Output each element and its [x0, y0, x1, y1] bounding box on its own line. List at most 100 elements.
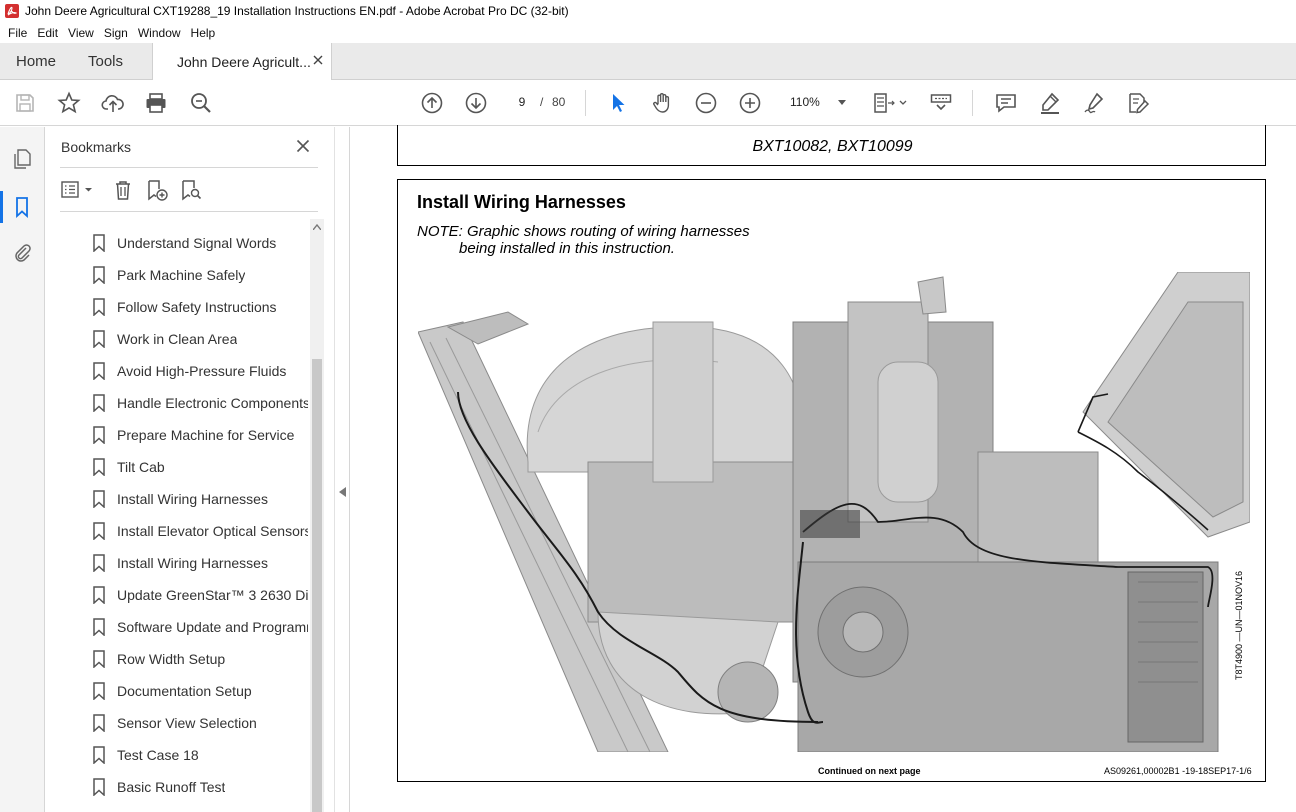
tab-tools[interactable]: Tools: [88, 43, 123, 80]
bookmarks-icon[interactable]: [11, 196, 33, 218]
menu-window[interactable]: Window: [133, 26, 186, 40]
bookmark-icon: [93, 234, 105, 252]
bookmark-label: Handle Electronic Components: [117, 395, 308, 411]
scrollbar-thumb[interactable]: [312, 359, 322, 812]
active-indicator: [0, 191, 3, 223]
bookmark-item[interactable]: Prepare Machine for Service: [92, 419, 308, 451]
bookmark-item[interactable]: Documentation Setup: [92, 675, 308, 707]
bookmark-label: Tilt Cab: [117, 459, 165, 475]
select-cursor-icon[interactable]: [606, 91, 630, 115]
zoom-value: 110%: [790, 95, 820, 109]
bookmark-item[interactable]: Test Case 18: [92, 739, 308, 771]
bookmark-item[interactable]: Install Elevator Optical Sensors: [92, 515, 308, 547]
bookmark-item[interactable]: Avoid High-Pressure Fluids: [92, 355, 308, 387]
bookmark-icon: [93, 522, 105, 540]
sign-icon[interactable]: [1082, 91, 1106, 115]
bookmark-icon: [93, 266, 105, 284]
bookmark-icon: [93, 490, 105, 508]
bookmark-icon: [93, 362, 105, 380]
bookmark-icon: [93, 394, 105, 412]
bookmark-icon: [93, 618, 105, 636]
menu-view[interactable]: View: [63, 26, 99, 40]
menu-sign[interactable]: Sign: [99, 26, 133, 40]
bookmarks-toolbar: [60, 173, 318, 205]
bookmark-label: Sensor View Selection: [117, 715, 257, 731]
zoom-dropdown[interactable]: 110%: [784, 91, 854, 113]
bookmark-label: Software Update and Programming: [117, 619, 308, 635]
page-total: 80: [552, 95, 566, 109]
comment-icon[interactable]: [994, 91, 1018, 115]
panel-splitter[interactable]: [334, 127, 350, 812]
bookmark-label: Follow Safety Instructions: [117, 299, 277, 315]
scroll-mode-icon[interactable]: [929, 91, 953, 115]
highlight-icon[interactable]: [1038, 91, 1062, 115]
bookmark-item[interactable]: Park Machine Safely: [92, 259, 308, 291]
bookmark-label: Prepare Machine for Service: [117, 427, 295, 443]
bookmark-item[interactable]: Work in Clean Area: [92, 323, 308, 355]
panel-divider: [60, 167, 318, 168]
bookmarks-title: Bookmarks: [61, 139, 132, 155]
page-number-input[interactable]: [508, 91, 536, 113]
machine-wiring-figure: [418, 272, 1250, 752]
bookmark-label: Work in Clean Area: [117, 331, 238, 347]
zoom-in-icon[interactable]: [738, 91, 762, 115]
bookmarks-scrollbar[interactable]: [310, 219, 324, 812]
menu-edit[interactable]: Edit: [32, 26, 63, 40]
menu-help[interactable]: Help: [186, 26, 221, 40]
page-down-icon[interactable]: [464, 91, 488, 115]
collapse-panel-icon[interactable]: [339, 487, 346, 497]
zoom-search-icon[interactable]: [189, 91, 213, 115]
page-separator: /: [540, 95, 544, 109]
delete-bookmark-icon[interactable]: [112, 179, 134, 201]
options-menu-icon[interactable]: [60, 179, 96, 201]
hand-icon[interactable]: [650, 91, 674, 115]
bookmark-item[interactable]: Install Wiring Harnesses: [92, 483, 308, 515]
toolbar-divider: [972, 90, 973, 116]
bookmark-item[interactable]: Sensor View Selection: [92, 707, 308, 739]
new-bookmark-icon[interactable]: [146, 179, 168, 201]
bookmarks-list: Understand Signal Words Park Machine Safe…: [46, 215, 308, 812]
scroll-up-arrow-icon[interactable]: [313, 224, 321, 230]
tab-home[interactable]: Home: [16, 43, 56, 80]
bookmark-item[interactable]: Install Wiring Harnesses: [92, 547, 308, 579]
close-tab-icon[interactable]: [313, 55, 323, 65]
fill-sign-icon[interactable]: [1126, 91, 1150, 115]
bookmark-icon: [93, 650, 105, 668]
tab-document[interactable]: John Deere Agricult...: [152, 43, 332, 80]
upload-icon[interactable]: [101, 91, 125, 115]
bookmark-label: Avoid High-Pressure Fluids: [117, 363, 287, 379]
bookmark-item[interactable]: Tilt Cab: [92, 451, 308, 483]
bookmark-icon: [93, 330, 105, 348]
menu-bar: File Edit View Sign Window Help: [0, 22, 1296, 43]
bookmark-item[interactable]: Row Width Setup: [92, 643, 308, 675]
menu-file[interactable]: File: [3, 26, 32, 40]
bookmark-item[interactable]: Basic Runoff Test: [92, 771, 308, 803]
document-view[interactable]: BXT10082, BXT10099 Install Wiring Harnes…: [351, 125, 1296, 812]
page-up-icon[interactable]: [420, 91, 444, 115]
star-icon[interactable]: [57, 91, 81, 115]
bookmark-label: Update GreenStar™ 3 2630 Display: [117, 587, 308, 603]
bookmark-label: Row Width Setup: [117, 651, 226, 667]
left-rail: [0, 127, 45, 812]
toolbar: [0, 80, 1296, 126]
bookmark-item[interactable]: Understand Signal Words: [92, 227, 308, 259]
zoom-out-icon[interactable]: [694, 91, 718, 115]
document-tab-label: John Deere Agricult...: [177, 54, 311, 70]
bookmark-item[interactable]: Update GreenStar™ 3 2630 Display: [92, 579, 308, 611]
fit-page-icon[interactable]: [872, 91, 908, 115]
bookmark-icon: [93, 778, 105, 796]
page-thumbnails-icon[interactable]: [11, 148, 33, 170]
bookmark-item[interactable]: Handle Electronic Components: [92, 387, 308, 419]
bookmark-item[interactable]: Follow Safety Instructions: [92, 291, 308, 323]
acrobat-app-icon: [5, 4, 19, 18]
find-bookmark-icon[interactable]: [180, 179, 202, 201]
header-models: BXT10082, BXT10099: [752, 138, 913, 155]
models-frame: BXT10082, BXT10099: [397, 125, 1266, 166]
bookmark-label: Basic Runoff Test: [117, 779, 226, 795]
print-icon[interactable]: [144, 91, 168, 115]
bookmark-label: Documentation Setup: [117, 683, 252, 699]
save-icon[interactable]: [13, 91, 37, 115]
close-icon[interactable]: [296, 139, 310, 153]
attachments-icon[interactable]: [11, 241, 33, 263]
bookmark-item[interactable]: Software Update and Programming: [92, 611, 308, 643]
